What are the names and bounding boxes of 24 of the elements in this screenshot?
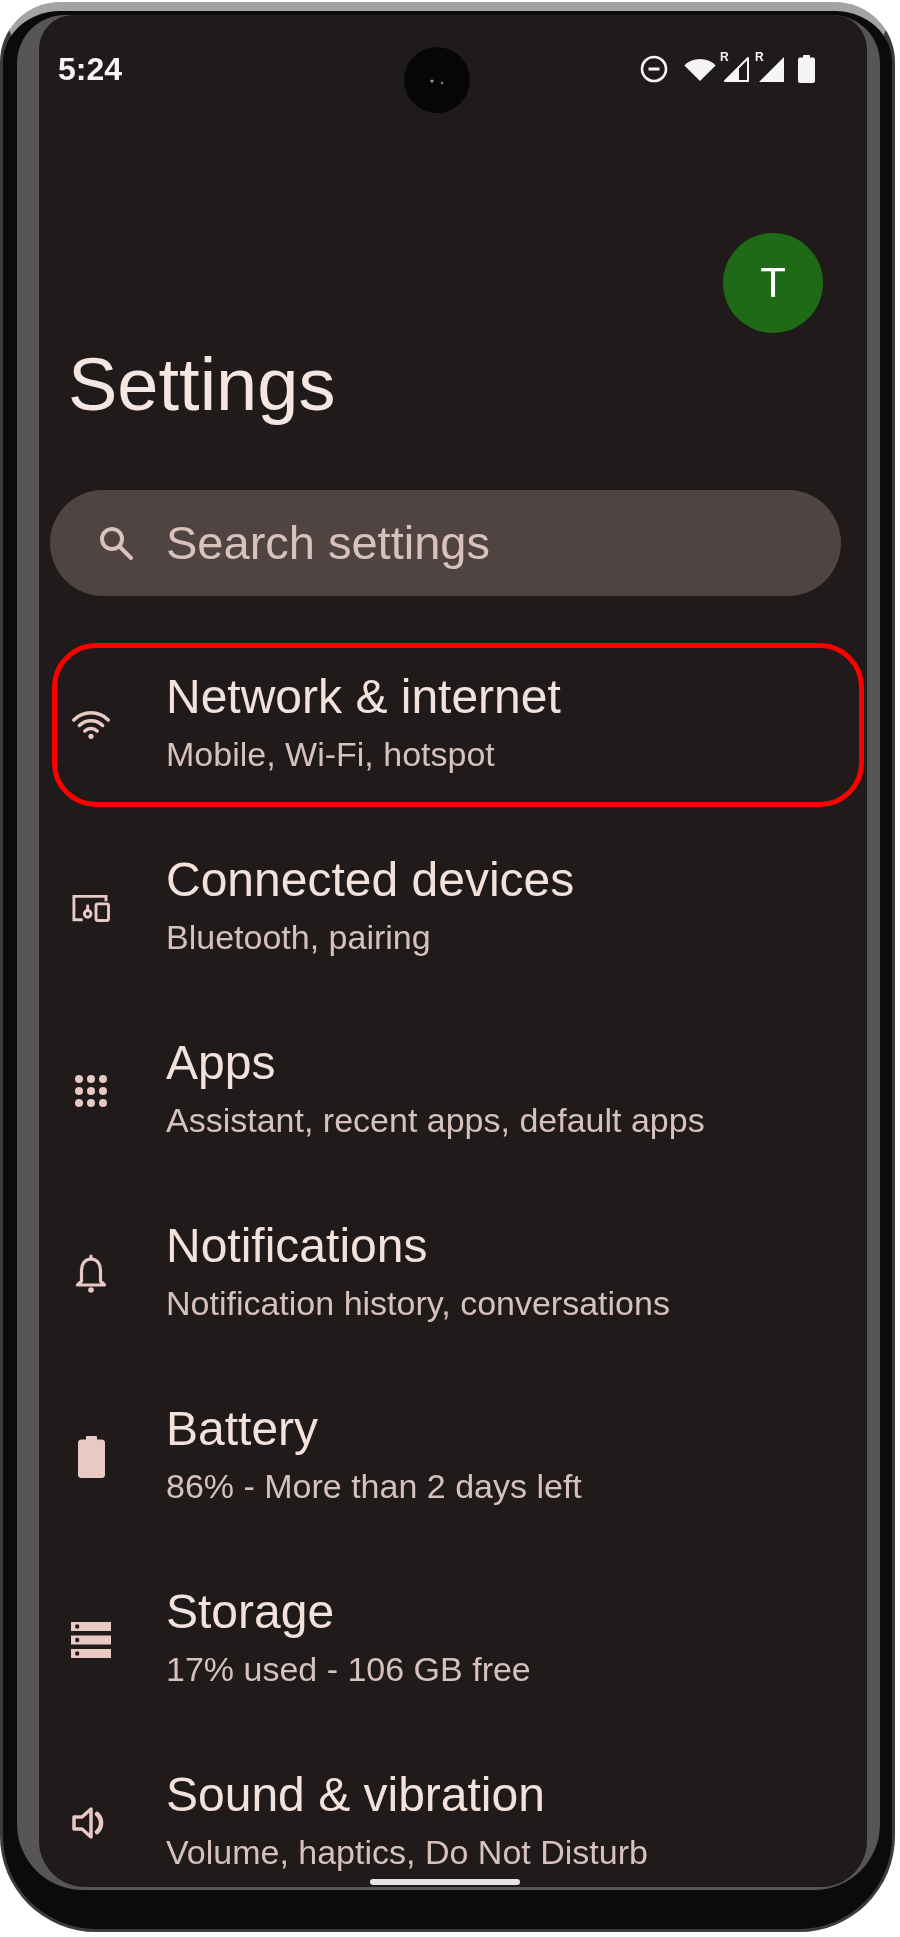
settings-item[interactable]: Apps Assistant, recent apps, default apps (52, 1009, 864, 1173)
roaming-indicator: R (720, 50, 729, 63)
do-not-disturb-icon (640, 55, 668, 83)
camera-cutout-icon (403, 47, 470, 113)
settings-item[interactable]: Network & internet Mobile, Wi-Fi, hotspot (52, 643, 864, 807)
search-icon (98, 525, 135, 561)
settings-item[interactable]: Connected devices Bluetooth, pairing (52, 826, 864, 990)
status-time: 5:24 (58, 53, 123, 85)
battery-icon (77, 1435, 105, 1478)
search-field[interactable]: Search settings (166, 515, 811, 571)
gesture-handle[interactable] (370, 1879, 520, 1885)
account-avatar[interactable]: T (723, 233, 823, 333)
battery-icon (798, 55, 815, 83)
settings-item[interactable]: Battery 86% - More than 2 days left (52, 1375, 864, 1539)
settings-item[interactable]: Sound & vibration Volume, haptics, Do Not Disturb (52, 1741, 864, 1887)
page-title: Settings (67, 345, 337, 425)
wifi-icon (684, 56, 716, 82)
apps-grid-icon (74, 1073, 108, 1108)
settings-item[interactable]: Storage 17% used - 106 GB free (52, 1558, 864, 1722)
search-bar[interactable]: Search settings (50, 490, 841, 596)
storage-icon (71, 1621, 111, 1658)
settings-item[interactable]: Notifications Notification history, conversations (52, 1192, 864, 1356)
bell-icon (74, 1253, 108, 1294)
roaming-indicator: R (755, 50, 764, 63)
